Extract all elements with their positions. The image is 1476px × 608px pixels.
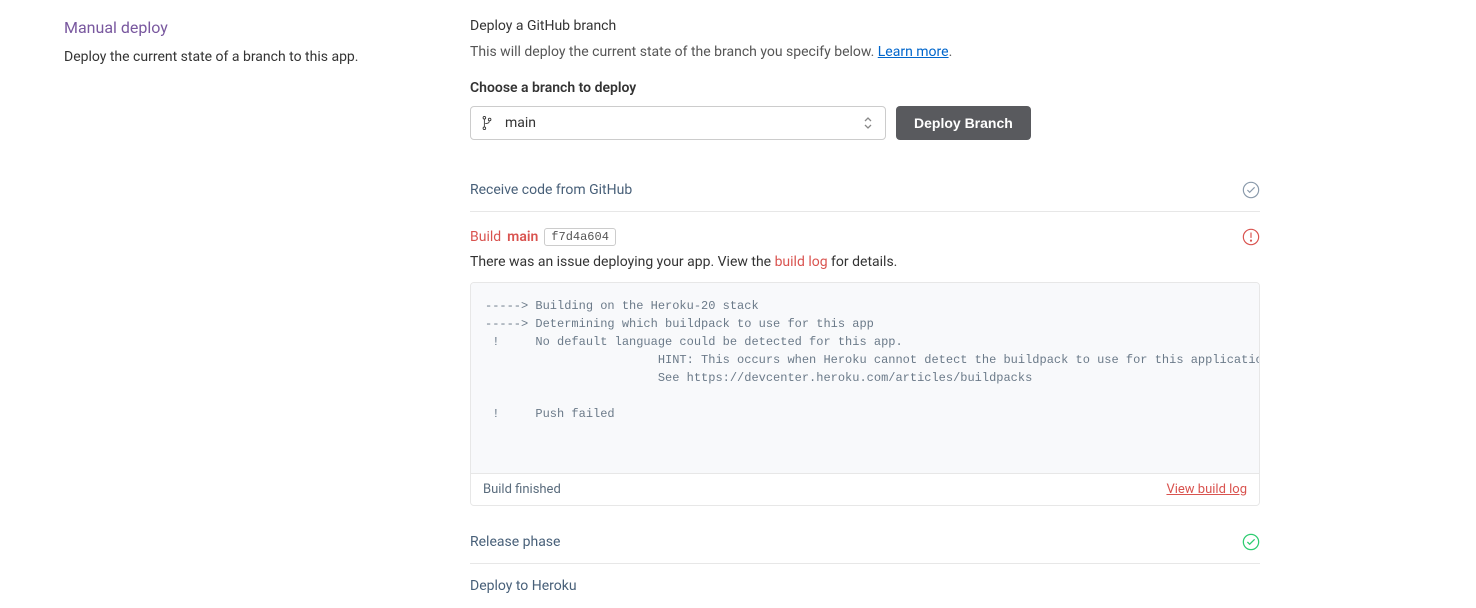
build-issue-text: There was an issue deploying your app. V… [470, 254, 1260, 270]
build-log-link-inline[interactable]: build log [775, 254, 828, 270]
branch-select[interactable]: main [470, 106, 886, 140]
build-log-content[interactable]: -----> Building on the Heroku-20 stack -… [471, 283, 1259, 473]
build-branch: main [507, 229, 538, 245]
deploy-branch-button[interactable]: Deploy Branch [896, 106, 1031, 140]
branch-selected-value: main [505, 115, 861, 131]
page-title: Deploy a GitHub branch [470, 18, 1260, 34]
sidebar-desc: Deploy the current state of a branch to … [64, 47, 430, 69]
build-label: Build [470, 229, 501, 245]
choose-branch-label: Choose a branch to deploy [470, 80, 1260, 96]
page-desc: This will deploy the current state of th… [470, 44, 1260, 60]
build-finished-label: Build finished [483, 482, 561, 497]
desc-text: This will deploy the current state of th… [470, 44, 878, 60]
build-log-footer: Build finished View build log [471, 473, 1259, 505]
build-log-box: -----> Building on the Heroku-20 stack -… [470, 282, 1260, 506]
chevron-updown-icon [861, 117, 875, 129]
learn-more-link[interactable]: Learn more [878, 44, 949, 60]
check-circle-icon [1242, 181, 1260, 199]
sidebar-title: Manual deploy [64, 18, 430, 37]
error-circle-icon [1242, 228, 1260, 246]
step-deploy-label: Deploy to Heroku [470, 578, 577, 594]
step-receive-code: Receive code from GitHub [470, 168, 1260, 212]
view-build-log-link[interactable]: View build log [1166, 482, 1247, 497]
commit-hash[interactable]: f7d4a604 [544, 228, 616, 246]
step-release-label: Release phase [470, 534, 560, 550]
check-circle-success-icon [1242, 533, 1260, 551]
issue-before: There was an issue deploying your app. V… [470, 254, 775, 270]
issue-after: for details. [828, 254, 898, 270]
step-receive-label: Receive code from GitHub [470, 182, 632, 198]
branch-icon [481, 116, 495, 130]
step-release-phase: Release phase [470, 520, 1260, 564]
main-content: Deploy a GitHub branch This will deploy … [470, 18, 1260, 608]
sidebar-info: Manual deploy Deploy the current state o… [64, 18, 470, 608]
desc-after: . [949, 44, 953, 60]
step-deploy-to-heroku: Deploy to Heroku [470, 564, 1260, 608]
step-build: Build main f7d4a604 [470, 212, 1260, 246]
